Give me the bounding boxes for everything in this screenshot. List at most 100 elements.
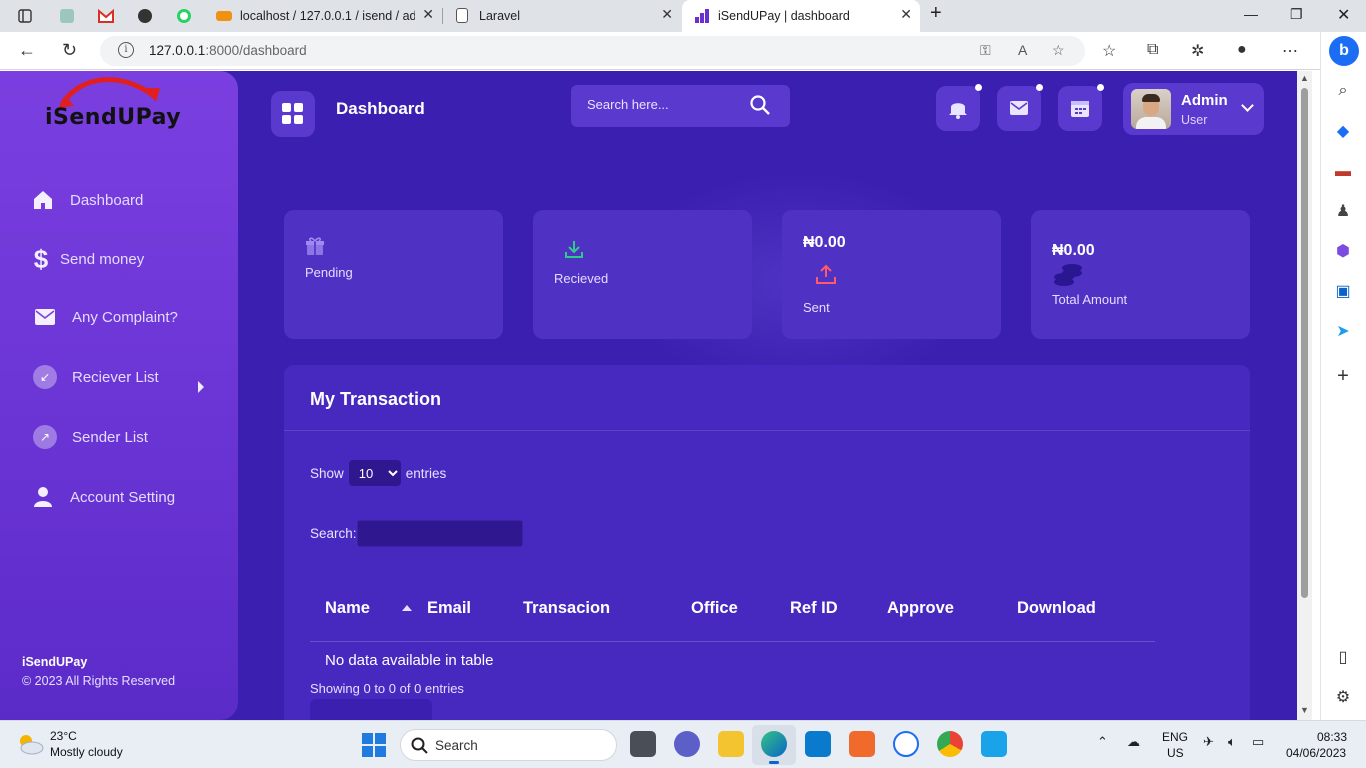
sidebar-settings-icon[interactable]: ⚙ (1332, 687, 1354, 709)
messages-button[interactable] (997, 84, 1043, 131)
notepad-icon[interactable] (981, 731, 1007, 757)
page-length-select[interactable]: 10 25 50 100 (348, 460, 401, 486)
bing-chat-icon[interactable]: b (1329, 36, 1359, 66)
gmail-icon[interactable] (97, 7, 115, 25)
file-explorer-icon[interactable] (718, 731, 744, 757)
url-text[interactable]: 127.0.0.1:8000/dashboard (149, 43, 307, 58)
taskbar-search[interactable]: Search (400, 729, 617, 761)
pagination[interactable] (310, 699, 432, 720)
office-icon[interactable]: ⬢ (1332, 241, 1354, 263)
arrow-up-right-icon: ↗ (32, 424, 58, 450)
sidebar-item-complaint[interactable]: Any Complaint? (32, 302, 178, 332)
battery-icon[interactable]: ▭ (1252, 734, 1264, 750)
clock-date[interactable]: 04/06/2023 (1286, 746, 1346, 760)
brand-logo[interactable]: iSendUPay (45, 105, 181, 130)
column-header-office[interactable]: Office (691, 599, 738, 618)
collections-icon[interactable]: ⧉ (1147, 41, 1158, 59)
sidebar-item-dashboard[interactable]: Dashboard (30, 185, 143, 215)
sidebar-item-sender-list[interactable]: ↗ Sender List (32, 422, 148, 452)
url-field[interactable]: i 127.0.0.1:8000/dashboard ⚿ A ☆ (100, 36, 1085, 66)
add-sidebar-app-icon[interactable]: + (1332, 365, 1354, 387)
pinned-tab-icon[interactable] (58, 7, 76, 25)
table-search-input[interactable] (356, 520, 523, 547)
search-icon[interactable] (750, 95, 770, 115)
search-sidebar-icon[interactable]: ⌕ (1332, 80, 1354, 102)
close-tab-icon[interactable]: ✕ (900, 6, 912, 23)
sidebar-item-label: Send money (60, 250, 145, 268)
add-favorite-icon[interactable]: ☆ (1052, 42, 1065, 59)
dollar-icon: $ (33, 243, 49, 274)
close-tab-icon[interactable]: ✕ (661, 6, 673, 23)
dashboard-page: iSendUPay Dashboard $ Send money Any Com… (0, 71, 1297, 720)
telegram-icon[interactable]: ➤ (1332, 321, 1354, 343)
whatsapp-icon[interactable] (175, 7, 193, 25)
sidebar-item-account-setting[interactable]: Account Setting (30, 482, 175, 512)
transactions-panel: My Transaction Show 10 25 50 100 entries… (284, 365, 1250, 720)
edge-icon[interactable] (761, 731, 787, 764)
chrome-icon[interactable] (937, 731, 963, 757)
outlook-icon[interactable]: ▣ (1332, 281, 1354, 303)
notifications-button[interactable] (936, 84, 982, 131)
app-store-icon[interactable] (893, 731, 919, 757)
phpmyadmin-favicon (216, 11, 232, 21)
onedrive-icon[interactable]: ☁ (1127, 734, 1140, 750)
extensions-icon[interactable]: ✲ (1191, 41, 1204, 61)
search-input[interactable] (587, 97, 737, 112)
column-header-transaction[interactable]: Transacion (523, 599, 610, 618)
windows-start-icon[interactable] (362, 733, 386, 757)
tab-actions-icon[interactable] (16, 7, 34, 25)
back-icon[interactable]: ← (18, 40, 36, 61)
weather-temperature[interactable]: 23°C (50, 729, 77, 743)
column-header-name[interactable]: Name (325, 599, 370, 618)
calendar-button[interactable] (1058, 84, 1104, 131)
language-indicator[interactable]: ENG (1162, 730, 1188, 744)
sidebar-item-send-money[interactable]: $ Send money (28, 244, 144, 274)
teams-icon[interactable] (674, 731, 700, 757)
more-menu-icon[interactable]: ⋯ (1282, 41, 1298, 61)
stat-card-total: ₦0.00 Total Amount (1031, 210, 1250, 339)
arrow-down-left-icon: ↙ (32, 364, 58, 390)
profile-menu[interactable]: Admin User (1123, 83, 1264, 135)
close-window-icon[interactable]: ✕ (1337, 5, 1350, 25)
xampp-icon[interactable] (849, 731, 875, 757)
shopping-icon[interactable]: ◆ (1332, 121, 1354, 143)
hide-sidebar-icon[interactable]: ▯ (1332, 647, 1354, 669)
profile-icon[interactable]: ● (1237, 41, 1247, 59)
page-scrollbar[interactable]: ▲ ▼ (1297, 71, 1312, 720)
reload-icon[interactable]: ↻ (62, 40, 77, 61)
site-info-icon[interactable]: i (118, 42, 134, 58)
weather-description[interactable]: Mostly cloudy (50, 745, 123, 759)
volume-icon[interactable]: 🔈︎ (1228, 734, 1236, 750)
github-icon[interactable] (136, 7, 154, 25)
tools-icon[interactable]: ▬ (1332, 161, 1354, 183)
favorites-icon[interactable]: ☆ (1102, 41, 1116, 61)
read-aloud-icon[interactable]: A (1018, 42, 1027, 58)
isendupay-favicon (694, 8, 710, 24)
sort-ascending-icon[interactable] (402, 605, 412, 611)
column-header-email[interactable]: Email (427, 599, 471, 618)
app-grid-button[interactable] (271, 91, 315, 137)
games-icon[interactable]: ♟ (1332, 201, 1354, 223)
chevron-up-icon[interactable]: ⌃ (1097, 734, 1108, 750)
tab-isendupay[interactable]: iSendUPay | dashboard ✕ (682, 0, 920, 32)
task-view-icon[interactable] (630, 731, 656, 757)
restore-icon[interactable]: ❐ (1290, 6, 1303, 23)
cloud-sun-icon[interactable] (16, 733, 44, 755)
profile-role: User (1181, 113, 1208, 127)
key-icon[interactable]: ⚿ (980, 42, 991, 59)
close-tab-icon[interactable]: ✕ (422, 6, 434, 23)
vscode-icon[interactable] (805, 731, 831, 757)
tab-phpmyadmin[interactable]: localhost / 127.0.0.1 / isend / adr ✕ (204, 0, 443, 32)
card-label: Total Amount (1052, 292, 1128, 307)
clock-time[interactable]: 08:33 (1317, 730, 1347, 744)
column-header-approve[interactable]: Approve (887, 599, 954, 618)
tab-laravel[interactable]: Laravel ✕ (443, 0, 681, 32)
new-tab-button[interactable]: + (930, 2, 942, 25)
column-header-ref-id[interactable]: Ref ID (790, 599, 838, 618)
user-icon (30, 484, 56, 510)
column-header-download[interactable]: Download (1017, 599, 1096, 618)
minimize-icon[interactable]: — (1244, 6, 1258, 22)
sidebar-item-receiver-list[interactable]: ↙ Reciever List (32, 362, 159, 392)
region-indicator[interactable]: US (1167, 746, 1184, 760)
network-icon[interactable]: ✈ (1203, 734, 1214, 750)
